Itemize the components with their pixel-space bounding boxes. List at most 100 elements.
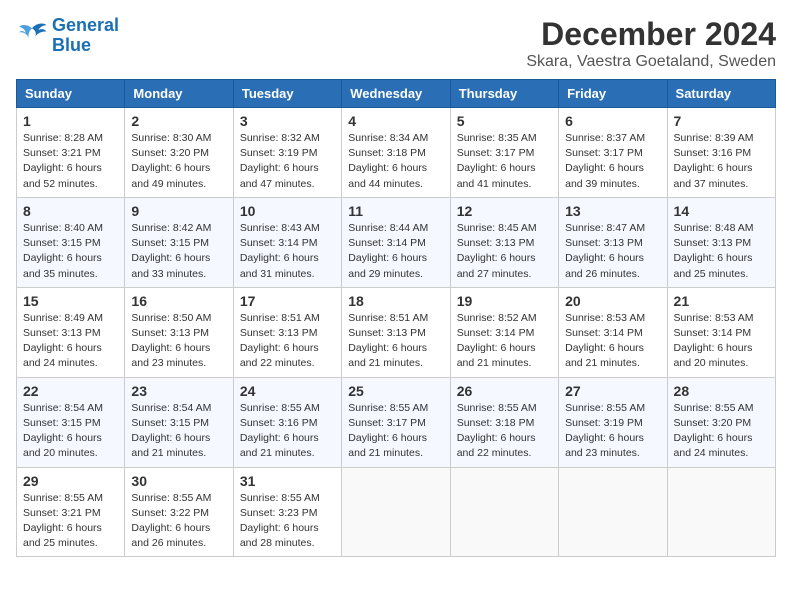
calendar-cell: 19Sunrise: 8:52 AMSunset: 3:14 PMDayligh… [450,287,558,377]
calendar-cell: 2 Sunrise: 8:30 AMSunset: 3:20 PMDaylight… [125,108,233,198]
day-number: 28 [674,383,769,399]
calendar-cell: 24 Sunrise: 8:55 AMSunset: 3:16 PMDayligh… [233,377,341,467]
col-header-sunday: Sunday [17,80,125,108]
calendar-cell: 3 Sunrise: 8:32 AMSunset: 3:19 PMDaylight… [233,108,341,198]
calendar-cell: 22 Sunrise: 8:54 AMSunset: 3:15 PMDayligh… [17,377,125,467]
day-number: 9 [131,203,226,219]
day-number: 23 [131,383,226,399]
day-number: 31 [240,473,335,489]
day-info: Sunrise: 8:55 AMSunset: 3:16 PMDaylight:… [240,401,335,462]
day-number: 14 [674,203,769,219]
day-info: Sunrise: 8:43 AMSunset: 3:14 PMDaylight:… [240,221,335,282]
day-info: Sunrise: 8:55 AMSunset: 3:20 PMDaylight:… [674,401,769,462]
day-info: Sunrise: 8:55 AMSunset: 3:21 PMDaylight:… [23,491,118,552]
calendar-cell [450,467,558,557]
title-area: December 2024 Skara, Vaestra Goetaland, … [526,16,776,71]
day-info: Sunrise: 8:37 AMSunset: 3:17 PMDaylight:… [565,131,660,192]
main-title: December 2024 [526,16,776,53]
calendar-cell: 18 Sunrise: 8:51 AMSunset: 3:13 PMDayligh… [342,287,450,377]
day-info: Sunrise: 8:35 AMSunset: 3:17 PMDaylight:… [457,131,552,192]
calendar-cell: 4 Sunrise: 8:34 AMSunset: 3:18 PMDaylight… [342,108,450,198]
day-info: Sunrise: 8:34 AMSunset: 3:18 PMDaylight:… [348,131,443,192]
col-header-thursday: Thursday [450,80,558,108]
day-number: 25 [348,383,443,399]
col-header-monday: Monday [125,80,233,108]
day-info: Sunrise: 8:54 AMSunset: 3:15 PMDaylight:… [23,401,118,462]
calendar-cell: 13Sunrise: 8:47 AMSunset: 3:13 PMDayligh… [559,197,667,287]
day-number: 10 [240,203,335,219]
day-number: 27 [565,383,660,399]
day-number: 4 [348,113,443,129]
calendar-cell: 31 Sunrise: 8:55 AMSunset: 3:23 PMDayligh… [233,467,341,557]
day-number: 11 [348,203,443,219]
col-header-wednesday: Wednesday [342,80,450,108]
day-number: 29 [23,473,118,489]
day-info: Sunrise: 8:39 AMSunset: 3:16 PMDaylight:… [674,131,769,192]
col-header-saturday: Saturday [667,80,775,108]
day-info: Sunrise: 8:45 AMSunset: 3:13 PMDaylight:… [457,221,552,282]
calendar-cell: 27 Sunrise: 8:55 AMSunset: 3:19 PMDayligh… [559,377,667,467]
day-number: 26 [457,383,552,399]
calendar-header-row: SundayMondayTuesdayWednesdayThursdayFrid… [17,80,776,108]
day-info: Sunrise: 8:53 AMSunset: 3:14 PMDaylight:… [565,311,660,372]
day-info: Sunrise: 8:48 AMSunset: 3:13 PMDaylight:… [674,221,769,282]
calendar-cell: 10 Sunrise: 8:43 AMSunset: 3:14 PMDayligh… [233,197,341,287]
logo: General Blue [16,16,119,56]
day-number: 6 [565,113,660,129]
day-info: Sunrise: 8:42 AMSunset: 3:15 PMDaylight:… [131,221,226,282]
day-number: 7 [674,113,769,129]
calendar-cell: 17 Sunrise: 8:51 AMSunset: 3:13 PMDayligh… [233,287,341,377]
calendar-cell: 30 Sunrise: 8:55 AMSunset: 3:22 PMDayligh… [125,467,233,557]
day-number: 24 [240,383,335,399]
calendar-cell: 28 Sunrise: 8:55 AMSunset: 3:20 PMDayligh… [667,377,775,467]
day-number: 17 [240,293,335,309]
logo-line1: General [52,15,119,35]
calendar-cell: 8Sunrise: 8:40 AMSunset: 3:15 PMDaylight… [17,197,125,287]
calendar-cell: 15 Sunrise: 8:49 AMSunset: 3:13 PMDayligh… [17,287,125,377]
day-number: 1 [23,113,118,129]
day-number: 20 [565,293,660,309]
week-row-4: 22 Sunrise: 8:54 AMSunset: 3:15 PMDayligh… [17,377,776,467]
day-info: Sunrise: 8:30 AMSunset: 3:20 PMDaylight:… [131,131,226,192]
day-number: 22 [23,383,118,399]
calendar-cell: 7 Sunrise: 8:39 AMSunset: 3:16 PMDaylight… [667,108,775,198]
day-number: 8 [23,203,118,219]
day-number: 30 [131,473,226,489]
day-number: 18 [348,293,443,309]
day-info: Sunrise: 8:53 AMSunset: 3:14 PMDaylight:… [674,311,769,372]
day-info: Sunrise: 8:55 AMSunset: 3:23 PMDaylight:… [240,491,335,552]
calendar-cell: 1 Sunrise: 8:28 AMSunset: 3:21 PMDaylight… [17,108,125,198]
day-number: 13 [565,203,660,219]
logo-bird-icon [16,22,48,50]
day-info: Sunrise: 8:50 AMSunset: 3:13 PMDaylight:… [131,311,226,372]
day-number: 2 [131,113,226,129]
calendar-cell [667,467,775,557]
week-row-1: 1 Sunrise: 8:28 AMSunset: 3:21 PMDaylight… [17,108,776,198]
day-info: Sunrise: 8:44 AMSunset: 3:14 PMDaylight:… [348,221,443,282]
day-info: Sunrise: 8:55 AMSunset: 3:17 PMDaylight:… [348,401,443,462]
header: General Blue December 2024 Skara, Vaestr… [16,16,776,71]
day-info: Sunrise: 8:51 AMSunset: 3:13 PMDaylight:… [348,311,443,372]
week-row-5: 29 Sunrise: 8:55 AMSunset: 3:21 PMDayligh… [17,467,776,557]
calendar-cell: 16Sunrise: 8:50 AMSunset: 3:13 PMDayligh… [125,287,233,377]
day-info: Sunrise: 8:49 AMSunset: 3:13 PMDaylight:… [23,311,118,372]
col-header-tuesday: Tuesday [233,80,341,108]
day-number: 5 [457,113,552,129]
day-number: 3 [240,113,335,129]
calendar-table: SundayMondayTuesdayWednesdayThursdayFrid… [16,79,776,557]
calendar-cell: 9 Sunrise: 8:42 AMSunset: 3:15 PMDaylight… [125,197,233,287]
day-info: Sunrise: 8:55 AMSunset: 3:19 PMDaylight:… [565,401,660,462]
day-number: 15 [23,293,118,309]
day-info: Sunrise: 8:51 AMSunset: 3:13 PMDaylight:… [240,311,335,372]
week-row-3: 15 Sunrise: 8:49 AMSunset: 3:13 PMDayligh… [17,287,776,377]
day-info: Sunrise: 8:55 AMSunset: 3:22 PMDaylight:… [131,491,226,552]
calendar-cell: 25 Sunrise: 8:55 AMSunset: 3:17 PMDayligh… [342,377,450,467]
day-info: Sunrise: 8:28 AMSunset: 3:21 PMDaylight:… [23,131,118,192]
calendar-cell [559,467,667,557]
day-number: 21 [674,293,769,309]
day-info: Sunrise: 8:32 AMSunset: 3:19 PMDaylight:… [240,131,335,192]
logo-line2: Blue [52,35,91,55]
calendar-cell: 11 Sunrise: 8:44 AMSunset: 3:14 PMDayligh… [342,197,450,287]
calendar-cell: 6 Sunrise: 8:37 AMSunset: 3:17 PMDaylight… [559,108,667,198]
sub-title: Skara, Vaestra Goetaland, Sweden [526,53,776,71]
